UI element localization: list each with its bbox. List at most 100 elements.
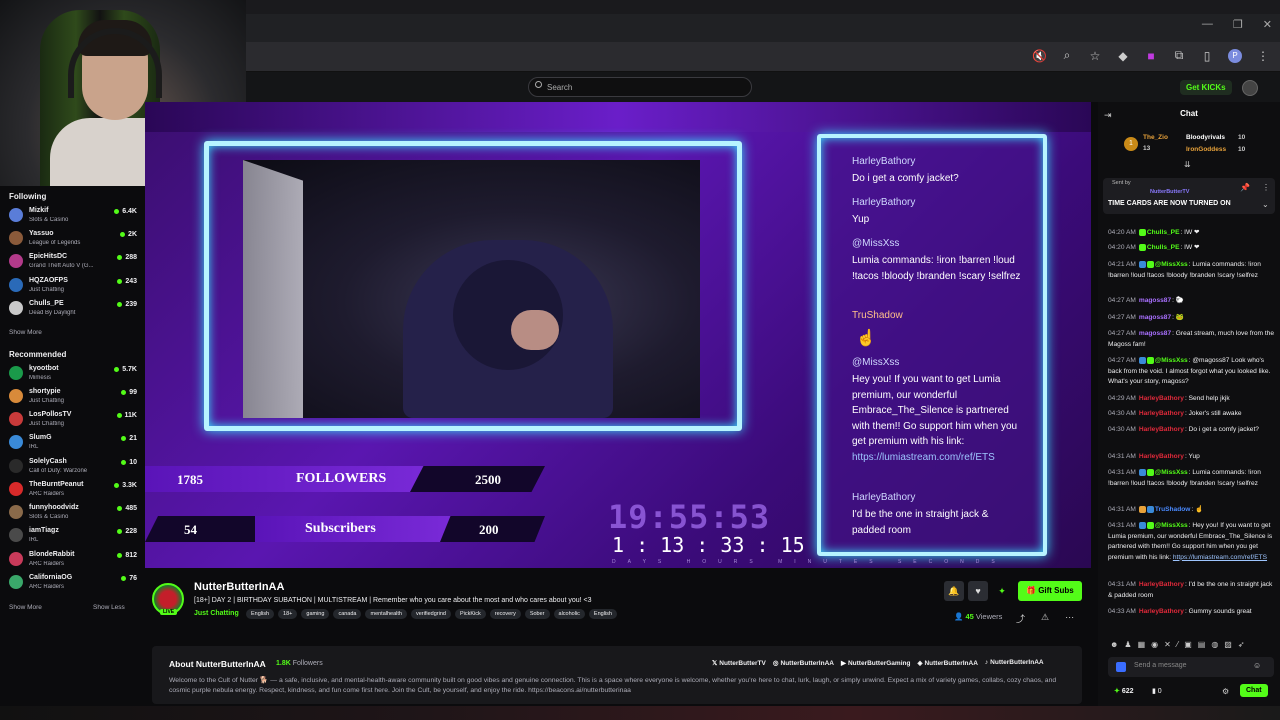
- channel-name-title[interactable]: NutterButterInAA: [194, 581, 284, 593]
- tag[interactable]: 18+: [278, 609, 298, 619]
- sidebar-item-recommended[interactable]: SolelyCash Call of Duty: Warzone 10: [9, 457, 141, 479]
- sidebar-item-following[interactable]: Yassuo League of Legends 2K: [9, 229, 141, 251]
- avatar: [9, 366, 23, 380]
- mute-icon[interactable]: 🔇: [1032, 49, 1047, 63]
- chat-link[interactable]: https://lumiastream.com/ref/ETS: [1173, 554, 1267, 561]
- sidebar-item-following[interactable]: HQZAOFPS Just Chatting 243: [9, 276, 141, 298]
- social-link-x[interactable]: 𝕏 NutterButterTV: [712, 659, 766, 667]
- channel-points[interactable]: ✦ 622: [1114, 687, 1134, 695]
- user-avatar[interactable]: [1242, 80, 1258, 96]
- tiktok-icon: ♪: [984, 659, 989, 666]
- show-more-following[interactable]: Show More: [9, 329, 42, 336]
- puzzle-icon[interactable]: ⧉: [1172, 48, 1186, 63]
- emote-icon[interactable]: ♟: [1124, 640, 1131, 649]
- pinned-more-icon[interactable]: ⋮: [1262, 183, 1270, 192]
- sidebar-item-following[interactable]: Mizkif Slots & Casino 6.4K: [9, 206, 141, 228]
- sidebar-item-recommended[interactable]: LosPollosTV Just Chatting 11K: [9, 410, 141, 432]
- subathon-timer-labels: DAYS HOURS MINUTES SECONDS: [612, 559, 1007, 565]
- tag[interactable]: PickKick: [454, 609, 486, 619]
- background-strip: [0, 706, 1280, 720]
- show-more-recommended[interactable]: Show More: [9, 604, 42, 611]
- kick-clip-button[interactable]: ✦: [992, 581, 1012, 601]
- emote-icon[interactable]: ☻: [1110, 640, 1118, 649]
- notification-bell-button[interactable]: 🔔: [944, 581, 964, 601]
- extension2-icon[interactable]: ■: [1144, 49, 1158, 63]
- gift-subs-button[interactable]: 🎁 Gift Subs: [1018, 581, 1082, 601]
- secondary-points[interactable]: ▮ 0: [1152, 687, 1162, 695]
- social-link-instagram[interactable]: ◎ NutterButterInAA: [773, 659, 834, 667]
- emote-icon[interactable]: ➶: [1238, 640, 1245, 649]
- subathon-timer-large: 19:55:53: [608, 498, 771, 536]
- tag[interactable]: mentalhealth: [365, 609, 407, 619]
- tag[interactable]: alcoholic: [553, 609, 585, 619]
- emote-icon[interactable]: ◉: [1151, 640, 1158, 649]
- pinned-expand-icon[interactable]: ⌄: [1262, 200, 1269, 209]
- more-options-icon[interactable]: ⋯: [1065, 612, 1074, 625]
- emote-icon[interactable]: ▨: [1224, 640, 1232, 649]
- social-link-youtube[interactable]: ▶ NutterButterGaming: [841, 659, 910, 667]
- tag[interactable]: gaming: [301, 609, 330, 619]
- follow-heart-button[interactable]: ♥: [968, 581, 988, 601]
- menu-icon[interactable]: ⋮: [1256, 49, 1270, 63]
- channel-category: Grand Theft Auto V (G...: [29, 263, 94, 269]
- expand-chevron-icon[interactable]: ⇊: [1184, 160, 1191, 169]
- top-gifter-name[interactable]: IronGoddess: [1186, 146, 1226, 153]
- top-gifter-name[interactable]: Bloodyrivals: [1186, 134, 1225, 141]
- chat-settings-icon[interactable]: ⚙: [1222, 687, 1229, 696]
- close-window-button[interactable]: ✕: [1263, 18, 1272, 31]
- emote-icon[interactable]: ⁄: [1177, 640, 1178, 649]
- emote-icon[interactable]: ✕: [1164, 640, 1171, 649]
- tag[interactable]: Sober: [524, 609, 550, 619]
- sidebar-item-following[interactable]: EpicHitsDC Grand Theft Auto V (G... 288: [9, 252, 141, 274]
- top-gifter-name[interactable]: The_Zio: [1143, 134, 1168, 141]
- panel-icon[interactable]: ▯: [1200, 49, 1214, 63]
- avatar: [9, 482, 23, 496]
- sidebar-item-recommended[interactable]: kyootbot Mimesis 5.7K: [9, 364, 141, 386]
- chat-send-button[interactable]: Chat: [1240, 684, 1268, 697]
- search-input[interactable]: Search: [528, 77, 752, 97]
- sidebar-item-recommended[interactable]: funnyhoodvidz Slots & Casino 485: [9, 503, 141, 525]
- tag[interactable]: verifiedgrind: [410, 609, 451, 619]
- stream-category-link[interactable]: Just Chatting: [194, 610, 239, 617]
- extension-icon[interactable]: ◆: [1116, 49, 1130, 63]
- share-icon[interactable]: ⤴: [1016, 612, 1025, 625]
- tag[interactable]: English: [246, 609, 275, 619]
- tag[interactable]: English: [588, 609, 617, 619]
- overlay-chat-user: TruShadow: [852, 310, 903, 321]
- zoom-icon[interactable]: ⌕: [1060, 48, 1074, 63]
- emote-picker-icon[interactable]: ☺: [1253, 661, 1261, 670]
- show-less-recommended[interactable]: Show Less: [93, 604, 125, 611]
- followers-label: FOLLOWERS: [296, 471, 387, 486]
- social-link-tiktok[interactable]: ♪ NutterButterInAA: [985, 659, 1044, 667]
- report-icon[interactable]: ⚠: [1041, 612, 1049, 625]
- sidebar-item-recommended[interactable]: CaliforniaOG ARC Raiders 76: [9, 573, 141, 595]
- social-link-discord[interactable]: ◈ NutterButterInAA: [917, 659, 977, 667]
- subs-current: 54: [184, 522, 197, 537]
- emote-icon[interactable]: ▤: [1198, 640, 1206, 649]
- overlay-chat-user: @MissXss: [852, 357, 900, 368]
- sidebar-item-recommended[interactable]: SlumG IRL 21: [9, 433, 141, 455]
- sidebar-item-recommended[interactable]: iamTiagz IRL 228: [9, 526, 141, 548]
- emote-icon[interactable]: ◍: [1211, 640, 1218, 649]
- sidebar-item-following[interactable]: Chulls_PE Dead By Daylight 239: [9, 299, 141, 321]
- profile-icon[interactable]: P: [1228, 48, 1242, 63]
- channel-name: Mizkif: [29, 207, 49, 214]
- emote-icon[interactable]: ▣: [1184, 640, 1192, 649]
- tag[interactable]: recovery: [489, 609, 521, 619]
- sidebar-item-recommended[interactable]: TheBurntPeanut ARC Raiders 3.3K: [9, 480, 141, 502]
- chat-message: 04:27 AM magoss87: 🐑: [1108, 297, 1185, 304]
- minimize-button[interactable]: —: [1202, 18, 1213, 31]
- emote-icon[interactable]: ▦: [1138, 640, 1146, 649]
- sidebar-item-recommended[interactable]: shortypie Just Chatting 99: [9, 387, 141, 409]
- get-kicks-button[interactable]: Get KICKs: [1180, 80, 1232, 95]
- viewer-count: 99: [121, 389, 137, 396]
- followers-goal: 2500: [475, 472, 501, 487]
- pin-icon[interactable]: 📌: [1240, 183, 1250, 192]
- chat-message: 04:30 AM HarleyBathory: Do i get a comfy …: [1108, 426, 1259, 433]
- overlay-chat-message: Hey you! If you want to get Lumia premiu…: [852, 374, 1018, 463]
- maximize-button[interactable]: ❐: [1233, 18, 1243, 31]
- chat-message-input[interactable]: Send a message: [1108, 657, 1274, 677]
- sidebar-item-recommended[interactable]: BlondeRabbit ARC Raiders 812: [9, 550, 141, 572]
- star-icon[interactable]: ☆: [1088, 49, 1102, 63]
- tag[interactable]: canada: [333, 609, 362, 619]
